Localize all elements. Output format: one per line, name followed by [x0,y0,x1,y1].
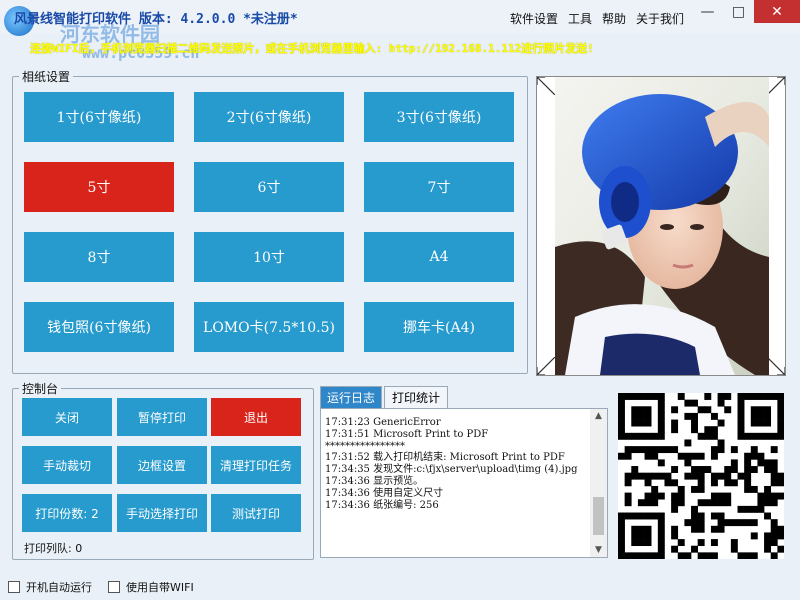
menu-help[interactable]: 帮助 [602,10,626,27]
app-title: 风景线智能打印软件 版本: 4.2.0.0 *未注册* [14,12,298,27]
log-line: 17:34:36 使用自定义尺寸 [325,487,444,499]
border-settings-button[interactable]: 边框设置 [117,446,207,484]
paper-1inch-button[interactable]: 1寸(6寸像纸) [24,92,174,142]
wifi-checkbox[interactable]: 使用自带WIFI [108,579,194,595]
print-copies-button[interactable]: 打印份数: 2 [22,494,112,532]
console-legend: 控制台 [22,382,59,396]
manual-crop-button[interactable]: 手动裁切 [22,446,112,484]
log-line: 17:31:23 GenericError [325,417,441,428]
log-lines: 17:31:23 GenericError 17:31:51 Microsoft… [325,417,587,511]
log-scrollbar[interactable]: ▲ ▼ [590,409,607,557]
paper-3inch-button[interactable]: 3寸(6寸像纸) [364,92,514,142]
qr-code-icon [618,393,785,560]
paper-8inch-button[interactable]: 8寸 [24,232,174,282]
log-line: 17:34:36 纸张编号: 256 [325,499,439,511]
log-line: 17:34:36 显示预览。 [325,475,424,487]
wifi-notice: 连接WIFI后，手机浏览器扫描二维码发送照片，或在手机浏览器里输入: http:… [30,42,594,55]
photo-preview [536,76,786,376]
paper-2inch-button[interactable]: 2寸(6寸像纸) [194,92,344,142]
menu-software-settings[interactable]: 软件设置 [510,10,558,27]
window-controls: — □ ✕ [692,0,800,23]
clear-print-tasks-button[interactable]: 清理打印任务 [211,446,301,484]
wifi-label: 使用自带WIFI [126,581,194,594]
paper-size-grid: 1寸(6寸像纸) 2寸(6寸像纸) 3寸(6寸像纸) 5寸 6寸 7寸 8寸 1… [24,92,516,352]
tab-run-log[interactable]: 运行日志 [320,386,382,408]
log-line: 17:31:52 载入打印机结束: Microsoft Print to PDF [325,452,565,464]
autostart-box[interactable] [8,581,20,593]
paper-a4-button[interactable]: A4 [364,232,514,282]
autostart-checkbox[interactable]: 开机自动运行 [8,579,92,595]
status-bar: 开机自动运行 使用自带WIFI [0,574,800,600]
menu-tools[interactable]: 工具 [568,10,592,27]
run-log-panel: 17:31:23 GenericError 17:31:51 Microsoft… [320,408,608,558]
paper-5inch-button[interactable]: 5寸 [24,162,174,212]
scroll-down-icon[interactable]: ▼ [590,543,607,557]
scroll-thumb[interactable] [593,497,604,535]
scroll-up-icon[interactable]: ▲ [590,409,607,423]
minimize-button[interactable]: — [692,0,723,23]
corner-top-right-icon[interactable] [767,77,785,95]
log-line: 17:31:51 Microsoft Print to PDF [325,428,489,440]
corner-top-left-icon[interactable] [537,77,555,95]
title-bar: 河东软件园 风景线智能打印软件 版本: 4.2.0.0 *未注册* 软件设置 工… [0,0,800,46]
corner-bottom-left-icon[interactable] [537,357,555,375]
close-window-button[interactable]: ✕ [754,0,800,23]
paper-10inch-button[interactable]: 10寸 [194,232,344,282]
maximize-button[interactable]: □ [723,0,754,23]
log-line: **************** [325,440,405,452]
paper-wallet-button[interactable]: 钱包照(6寸像纸) [24,302,174,352]
wifi-box[interactable] [108,581,120,593]
test-print-button[interactable]: 测试打印 [211,494,301,532]
manual-select-print-button[interactable]: 手动选择打印 [117,494,207,532]
menu-bar: 软件设置 工具 帮助 关于我们 [510,10,694,27]
menu-about[interactable]: 关于我们 [636,10,684,27]
print-queue-label: 打印列队: 0 [24,542,83,555]
autostart-label: 开机自动运行 [26,581,92,594]
qr-code [618,393,785,560]
paper-settings-legend: 相纸设置 [22,70,71,84]
tab-print-stats[interactable]: 打印统计 [384,386,448,408]
paper-lomo-button[interactable]: LOMO卡(7.5*10.5) [194,302,344,352]
paper-6inch-button[interactable]: 6寸 [194,162,344,212]
close-print-button[interactable]: 关闭 [22,398,112,436]
pause-print-button[interactable]: 暂停打印 [117,398,207,436]
exit-button[interactable]: 退出 [211,398,301,436]
log-line: 17:34:35 发现文件:c:\fjx\server\upload\timg … [325,464,578,476]
paper-7inch-button[interactable]: 7寸 [364,162,514,212]
corner-bottom-right-icon[interactable] [767,357,785,375]
preview-photo [555,77,769,375]
paper-car-card-button[interactable]: 挪车卡(A4) [364,302,514,352]
